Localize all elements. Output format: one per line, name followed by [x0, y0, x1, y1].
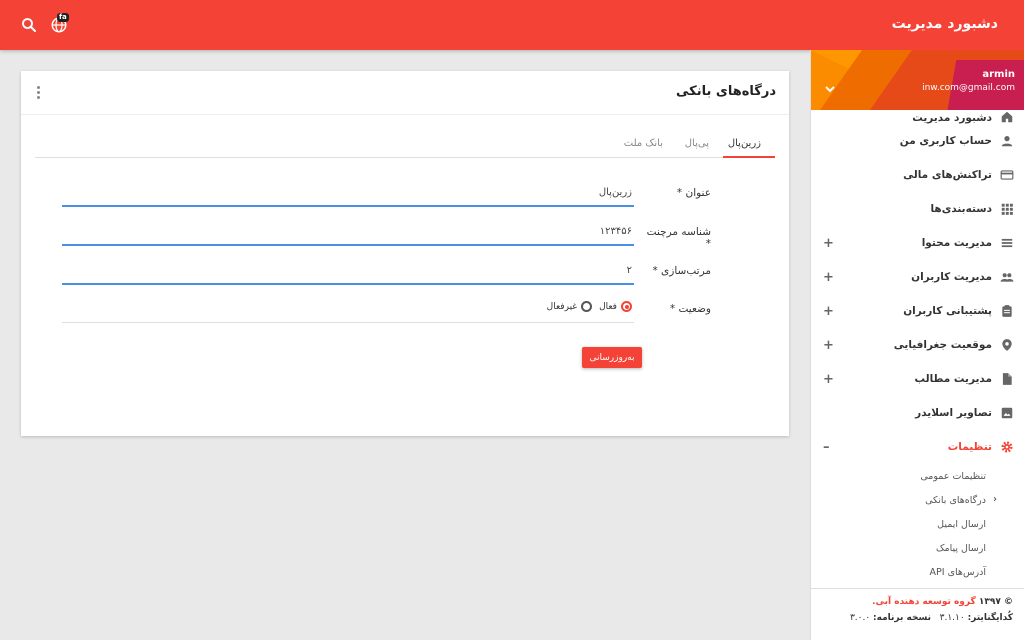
title-row: عنوان * زرین‌پال: [62, 179, 711, 207]
app-title: دشبورد مدیریت: [891, 16, 998, 32]
brand-link[interactable]: گروه توسعه دهنده آبی.: [872, 597, 976, 607]
radio-unchecked-icon: [581, 301, 592, 312]
sidebar-item-label: مدیریت کاربران: [911, 271, 992, 283]
app-version: ۳.۰.۰: [849, 613, 871, 623]
status-active-radio[interactable]: فعال: [599, 301, 632, 312]
title-value: زرین‌پال: [598, 187, 632, 198]
sidebar-item-label: پشتیبانی کاربران: [903, 305, 992, 317]
collapse-icon[interactable]: –: [823, 440, 830, 455]
title-label: عنوان *: [676, 187, 711, 199]
top-app-bar: دشبورد مدیریت fa: [0, 0, 1024, 50]
merchant-label: شناسه مرچنت *: [646, 226, 711, 250]
app-version-label: نسخه برنامه:: [873, 613, 932, 623]
grid-icon: [1001, 203, 1013, 215]
sidebar-item-content[interactable]: مدیریت محتوا +: [811, 226, 1024, 260]
active-tab-indicator: [723, 156, 775, 158]
codeigniter-version: ۳.۱.۱۰: [939, 613, 965, 623]
status-row: وضعیت * فعال غیرفعال: [62, 295, 711, 323]
order-input[interactable]: ۲: [62, 257, 634, 285]
chevron-down-icon[interactable]: [825, 84, 835, 94]
sidebar-item-slider[interactable]: تصاویر اسلایدر: [811, 396, 1024, 430]
order-label: مرتب‌سازی *: [652, 265, 711, 277]
expand-icon[interactable]: +: [823, 236, 834, 251]
profile-banner: armin inw.com@gmail.com: [811, 50, 1024, 110]
gateway-tabs: زرین‌پال پی‌پال بانک ملت: [35, 134, 775, 158]
status-inactive-radio[interactable]: غیرفعال: [547, 301, 592, 312]
sidebar-item-location[interactable]: موقعیت جغرافیایی +: [811, 328, 1024, 362]
card-title: درگاه‌های بانکی: [676, 84, 776, 99]
sidebar-subitem-general[interactable]: تنظیمات عمومی: [811, 464, 1024, 488]
image-icon: [1001, 407, 1013, 419]
sidebar-item-label: دشبورد مدیریت: [912, 112, 992, 124]
clipboard-icon: [1002, 305, 1012, 317]
order-row: مرتب‌سازی * ۲: [62, 257, 711, 285]
sidebar-item-label: مدیریت مطالب: [914, 373, 992, 385]
tab-paypal[interactable]: پی‌پال: [685, 138, 709, 149]
chevron-left-icon: ‹: [993, 494, 997, 505]
sidebar-item-label: موقعیت جغرافیایی: [893, 339, 992, 351]
sidebar-item-dashboard[interactable]: دشبورد مدیریت: [811, 110, 1024, 124]
sidebar-subitem-bank-gateways[interactable]: ‹ درگاه‌های بانکی: [811, 488, 1024, 512]
sidebar-subitem-sms[interactable]: ارسال پیامک: [811, 536, 1024, 560]
expand-icon[interactable]: +: [823, 304, 834, 319]
status-inactive-label: غیرفعال: [546, 301, 577, 312]
tab-zarinpal[interactable]: زرین‌پال: [728, 138, 761, 149]
more-vert-icon[interactable]: [35, 85, 41, 101]
sidebar-item-label: تنظیمات: [947, 441, 992, 453]
sidebar-item-label: مدیریت محتوا: [921, 237, 992, 249]
sidebar-subitem-email[interactable]: ارسال ایمیل: [811, 512, 1024, 536]
home-icon: [1001, 111, 1013, 123]
location-icon: [1002, 339, 1012, 351]
sidebar-subitem-label: درگاه‌های بانکی: [925, 494, 986, 506]
merchant-id-input[interactable]: ۱۲۳۴۵۶: [62, 218, 634, 246]
sidebar-item-label: تصاویر اسلایدر: [915, 407, 992, 419]
sidebar-menu: دشبورد مدیریت حساب کاربری من تراکنش‌های …: [811, 110, 1024, 584]
expand-icon[interactable]: +: [823, 270, 834, 285]
sidebar-item-label: تراکنش‌های مالی: [903, 169, 992, 181]
sidebar-item-label: حساب کاربری من: [899, 135, 992, 147]
sidebar-item-settings[interactable]: تنظیمات –: [811, 430, 1024, 464]
sidebar-item-articles[interactable]: مدیریت مطالب +: [811, 362, 1024, 396]
status-radio-group: فعال غیرفعال: [62, 295, 634, 323]
people-icon: [1000, 273, 1014, 282]
sidebar-item-categories[interactable]: دسته‌بندی‌ها: [811, 192, 1024, 226]
credit-card-icon: [1000, 170, 1014, 180]
expand-icon[interactable]: +: [823, 338, 834, 353]
language-badge: fa: [57, 13, 69, 22]
person-icon: [1001, 136, 1013, 147]
profile-username: armin: [982, 69, 1015, 80]
document-icon: [1002, 373, 1012, 385]
sidebar-item-support[interactable]: پشتیبانی کاربران +: [811, 294, 1024, 328]
search-icon[interactable]: [20, 16, 38, 34]
profile-email: inw.com@gmail.com: [922, 83, 1015, 93]
sidebar-item-users[interactable]: مدیریت کاربران +: [811, 260, 1024, 294]
status-label: وضعیت *: [669, 303, 711, 315]
copyright-text: © ۱۳۹۷: [978, 597, 1013, 607]
sidebar-footer: © ۱۳۹۷ گروه توسعه دهنده آبی. کُدایگنایتر…: [811, 588, 1024, 640]
sidebar-item-account[interactable]: حساب کاربری من: [811, 124, 1024, 158]
tab-mellat[interactable]: بانک ملت: [624, 138, 663, 149]
merchant-row: شناسه مرچنت * ۱۲۳۴۵۶: [62, 218, 711, 250]
list-icon: [1001, 238, 1013, 248]
card-header: درگاه‌های بانکی: [21, 71, 789, 115]
status-active-label: فعال: [599, 301, 617, 312]
sidebar-item-transactions[interactable]: تراکنش‌های مالی: [811, 158, 1024, 192]
title-input[interactable]: زرین‌پال: [62, 179, 634, 207]
expand-icon[interactable]: +: [823, 372, 834, 387]
update-button[interactable]: به‌روزرسانی: [582, 347, 642, 368]
sidebar-subitem-api[interactable]: آدرس‌های API: [811, 560, 1024, 584]
sidebar-item-label: دسته‌بندی‌ها: [930, 203, 992, 215]
merchant-value: ۱۲۳۴۵۶: [599, 226, 632, 237]
codeigniter-label: کُدایگنایتر:: [967, 613, 1013, 623]
radio-checked-icon: [621, 301, 632, 312]
bank-gateways-card: درگاه‌های بانکی زرین‌پال پی‌پال بانک ملت…: [21, 71, 789, 436]
sidebar: armin inw.com@gmail.com دشبورد مدیریت حس…: [810, 50, 1024, 640]
gear-icon: [1001, 441, 1013, 453]
order-value: ۲: [626, 265, 632, 276]
